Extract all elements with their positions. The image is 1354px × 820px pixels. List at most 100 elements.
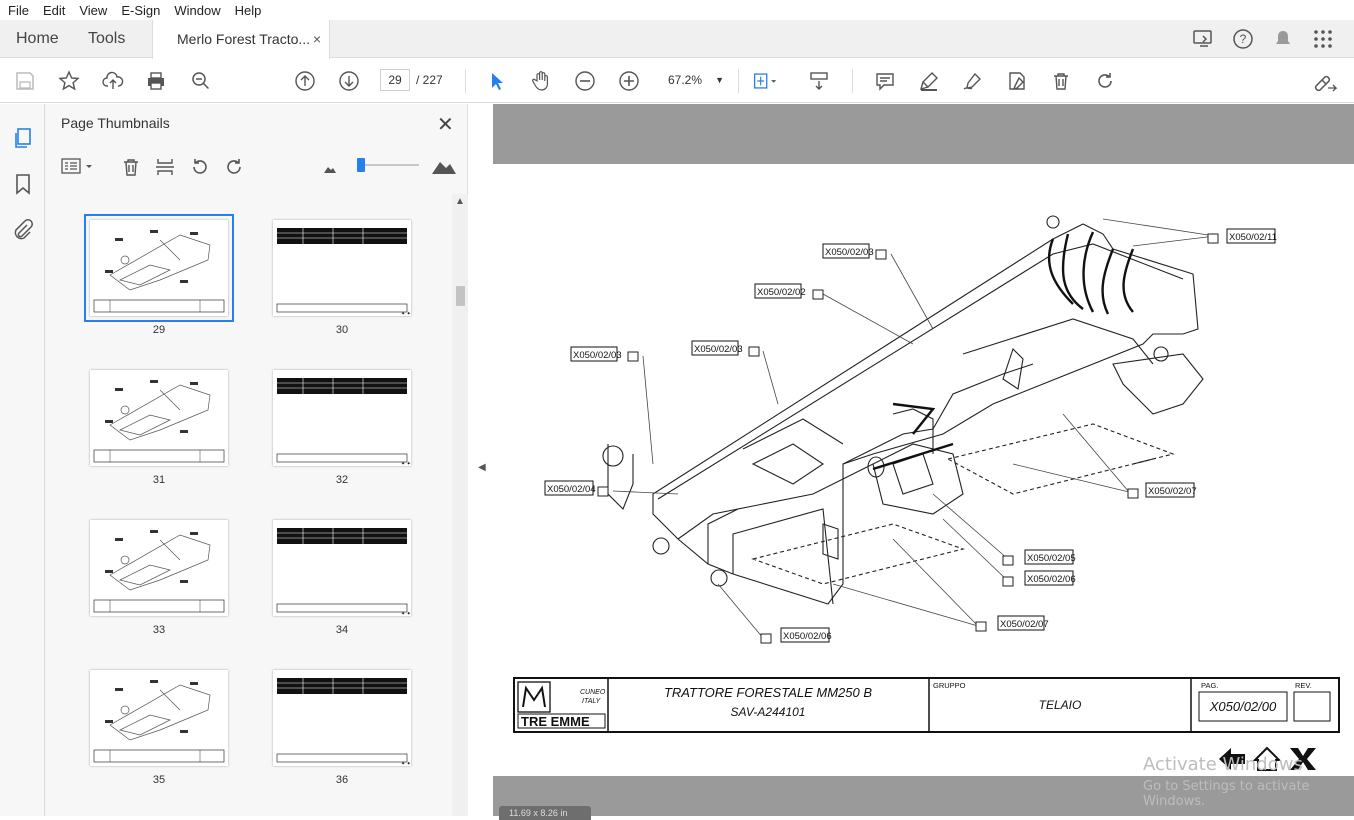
upload-cloud-icon[interactable] <box>100 68 126 94</box>
page-number-input[interactable]: 29 <box>380 69 410 91</box>
page-thumbnail[interactable]: ✦ ✦ ✕ <box>273 220 416 317</box>
large-thumbnail-icon[interactable] <box>431 158 457 176</box>
zoom-level-value: 67.2% <box>668 73 703 87</box>
share-screen-icon[interactable] <box>1192 28 1214 50</box>
rotate-right-icon[interactable] <box>223 156 245 178</box>
thumbnail-preview <box>93 380 225 463</box>
help-icon[interactable]: ? <box>1232 28 1254 50</box>
sign-share-icon[interactable] <box>1312 68 1338 94</box>
rotate-redo-icon[interactable] <box>1092 68 1118 94</box>
menu-edit[interactable]: Edit <box>35 3 71 18</box>
menu-file[interactable]: File <box>0 3 35 18</box>
thumbnail-scrollbar[interactable]: ▲ <box>452 194 468 816</box>
toolbar-divider <box>738 69 739 93</box>
thumbnail-size-slider-handle[interactable] <box>357 158 365 172</box>
thumbnail-page-number: 29 <box>152 324 166 336</box>
menu-esign[interactable]: E-Sign <box>113 3 166 18</box>
drawing-title-line2: SAV-A244101 <box>731 705 806 719</box>
scrollbar-thumb[interactable] <box>456 286 465 306</box>
callout-label: X050/02/03 <box>573 350 622 361</box>
callout-label: X050/02/02 <box>757 287 806 298</box>
zoom-in-icon[interactable] <box>616 68 642 94</box>
main-toolbar: 29 / 227 67.2% ▼ <box>0 59 1354 103</box>
callout-label: X050/02/06 <box>783 631 832 642</box>
page-total: / 227 <box>416 73 443 87</box>
top-right-icons: ? <box>1192 20 1334 58</box>
activation-watermark-text: Go to Settings to activate Windows. <box>1143 779 1310 809</box>
activation-watermark-title: Activate Windows <box>1143 754 1303 775</box>
left-rail <box>0 104 45 816</box>
apps-grid-icon[interactable] <box>1312 28 1334 50</box>
attachment-paperclip-icon[interactable] <box>11 218 35 242</box>
gruppo-label: GRUPPO <box>933 681 966 690</box>
bookmark-star-icon[interactable] <box>56 68 82 94</box>
pages-panel-icon[interactable] <box>11 126 35 150</box>
logo-place-line1: CUNEO <box>580 689 606 696</box>
page-thumbnail[interactable]: ✦ ✦ ✕ <box>273 670 416 767</box>
page-down-icon[interactable] <box>336 68 362 94</box>
close-tab-icon[interactable]: × <box>313 20 321 58</box>
tab-home[interactable]: Home <box>16 20 59 58</box>
fit-page-icon[interactable] <box>752 68 778 94</box>
highlight-pen-icon[interactable] <box>916 68 942 94</box>
thumbnail-preview: ✦ ✦ ✕ <box>276 228 416 317</box>
document-viewer[interactable]: X050/02/03 X050/02/02 X050/02/03 X050/02… <box>493 104 1354 820</box>
small-thumbnail-icon[interactable] <box>323 164 337 174</box>
bell-icon[interactable] <box>1272 28 1294 50</box>
zoom-out-icon[interactable] <box>572 68 598 94</box>
thumbnail-options-icon[interactable] <box>61 156 95 176</box>
chassis-frame <box>602 215 1204 605</box>
panel-title: Page Thumbnails <box>61 115 170 131</box>
scroll-mode-icon[interactable] <box>806 68 832 94</box>
page-thumbnail[interactable] <box>90 520 228 616</box>
logo-brand: TRE EMME <box>521 714 590 729</box>
delete-page-icon[interactable] <box>121 156 141 178</box>
page-thumbnail[interactable] <box>84 214 234 322</box>
thumbnail-page-number: 35 <box>152 774 166 786</box>
svg-text:✦ ✦ ✕: ✦ ✦ ✕ <box>401 611 411 616</box>
page-size-status: 11.69 x 8.26 in <box>499 806 591 820</box>
draw-freehand-icon[interactable] <box>960 68 986 94</box>
page-thumbnail[interactable] <box>90 670 228 766</box>
thumbnail-page-number: 30 <box>335 324 349 336</box>
zoom-level-select[interactable]: 67.2% ▼ <box>660 69 728 91</box>
thumbnail-page-number: 32 <box>335 474 349 486</box>
document-tab-label: Merlo Forest Tracto... <box>177 31 311 47</box>
print-icon[interactable] <box>143 68 169 94</box>
svg-text:✦ ✦ ✕: ✦ ✦ ✕ <box>401 461 411 466</box>
toolbar-divider <box>852 69 853 93</box>
delete-trash-icon[interactable] <box>1048 68 1074 94</box>
collapse-panel-arrow-icon[interactable]: ◀ <box>478 462 486 473</box>
callout-label: X050/02/04 <box>547 484 596 495</box>
thumbnail-page-number: 34 <box>335 624 349 636</box>
callout-label: X050/02/07 <box>1000 619 1049 630</box>
hand-tool-icon[interactable] <box>528 68 554 94</box>
page-thumbnail[interactable] <box>90 370 228 466</box>
page-thumbnail[interactable]: ✦ ✦ ✕ <box>273 370 416 467</box>
wiring-harness <box>872 231 1135 471</box>
thumbnail-toolbar <box>45 148 468 184</box>
gruppo-value: TELAIO <box>1039 698 1082 712</box>
edit-text-icon[interactable] <box>1004 68 1030 94</box>
save-icon[interactable] <box>12 68 38 94</box>
thumbnail-preview <box>93 530 225 613</box>
zoom-search-icon[interactable] <box>188 68 214 94</box>
page-thumbnail[interactable]: ✦ ✦ ✕ <box>273 520 416 617</box>
tab-tools[interactable]: Tools <box>88 20 125 58</box>
menu-help[interactable]: Help <box>227 3 268 18</box>
page-up-icon[interactable] <box>292 68 318 94</box>
thumbnail-size-slider[interactable] <box>361 164 419 166</box>
comment-icon[interactable] <box>872 68 898 94</box>
close-panel-icon[interactable]: ✕ <box>437 112 454 137</box>
drawing-title-line1: TRATTORE FORESTALE MM250 B <box>664 685 872 700</box>
thumbnail-preview <box>93 680 225 763</box>
select-cursor-icon[interactable] <box>484 68 510 94</box>
rotate-left-icon[interactable] <box>189 156 211 178</box>
menu-window[interactable]: Window <box>166 3 226 18</box>
page-thumbnails-panel: Page Thumbnails ✕ 29 ✦ ✦ ✕ 30 31 ✦ ✦ ✕ 32 33 ✦ … <box>45 104 468 816</box>
scroll-up-arrow-icon[interactable]: ▲ <box>455 196 465 207</box>
tab-document[interactable]: Merlo Forest Tracto... × <box>152 20 330 59</box>
extract-page-icon[interactable] <box>155 156 175 178</box>
bookmark-icon[interactable] <box>11 172 35 196</box>
menu-view[interactable]: View <box>71 3 113 18</box>
